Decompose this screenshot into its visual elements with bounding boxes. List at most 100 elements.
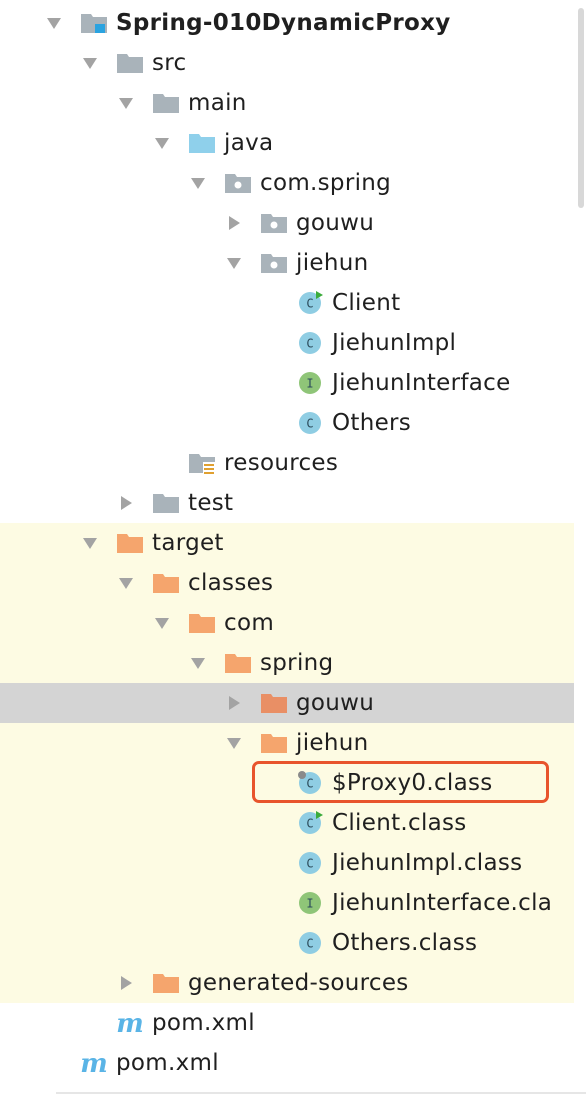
expand-arrow-down-icon[interactable] xyxy=(118,95,134,111)
tree-row[interactable]: m pom.xml xyxy=(0,1003,574,1043)
tree-row-label: com.spring xyxy=(260,170,392,196)
tree-row[interactable]: m pom.xml xyxy=(0,1043,574,1083)
expand-arrow-down-icon[interactable] xyxy=(82,535,98,551)
tree-row-label: jiehun xyxy=(296,730,369,756)
project-tree[interactable]: Spring-010DynamicProxy src main java com.spr… xyxy=(0,3,574,1083)
folder-orange-icon xyxy=(116,531,144,555)
vertical-scrollbar[interactable] xyxy=(576,8,586,208)
tree-row-label: test xyxy=(188,490,234,516)
tree-row[interactable]: C Others.class xyxy=(0,923,574,963)
expand-arrow-right-icon[interactable] xyxy=(118,495,134,511)
tree-row-label: JiehunImpl.class xyxy=(332,850,523,876)
tree-row-label: $Proxy0.class xyxy=(332,770,493,796)
tree-row[interactable]: resources xyxy=(0,443,574,483)
tree-row-label: gouwu xyxy=(296,690,375,716)
svg-text:I: I xyxy=(306,377,313,391)
tree-row-label: Client.class xyxy=(332,810,467,836)
svg-text:C: C xyxy=(306,777,313,791)
tree-row-label: com xyxy=(224,610,275,636)
tree-row-label: Others.class xyxy=(332,930,478,956)
package-icon xyxy=(224,171,252,195)
svg-text:C: C xyxy=(306,297,313,311)
folder-orange-icon xyxy=(188,611,216,635)
tree-row[interactable]: C Others xyxy=(0,403,574,443)
tree-row[interactable]: target xyxy=(0,523,574,563)
folder-orange-icon xyxy=(152,571,180,595)
tree-row-label: src xyxy=(152,50,187,76)
folder-gray-icon xyxy=(152,491,180,515)
expand-arrow-right-icon[interactable] xyxy=(226,695,242,711)
tree-row[interactable]: gouwu xyxy=(0,683,574,723)
expand-arrow-right-icon[interactable] xyxy=(118,975,134,991)
svg-text:I: I xyxy=(306,897,313,911)
expand-arrow-down-icon[interactable] xyxy=(154,615,170,631)
svg-text:C: C xyxy=(306,337,313,351)
tree-row-label: pom.xml xyxy=(116,1050,219,1076)
expand-arrow-down-icon[interactable] xyxy=(46,15,62,31)
tree-row[interactable]: test xyxy=(0,483,574,523)
tree-row[interactable]: C JiehunImpl xyxy=(0,323,574,363)
module-folder-icon xyxy=(80,11,108,35)
interface-icon: I xyxy=(296,371,324,395)
folder-orange-icon xyxy=(152,971,180,995)
tree-row-label: java xyxy=(224,130,274,156)
interface-icon: I xyxy=(296,891,324,915)
expand-arrow-down-icon[interactable] xyxy=(190,175,206,191)
tree-row-label: JiehunImpl xyxy=(332,330,457,356)
tree-row-label: gouwu xyxy=(296,210,375,236)
tree-row[interactable]: jiehun xyxy=(0,723,574,763)
expand-arrow-down-icon[interactable] xyxy=(226,255,242,271)
svg-text:m: m xyxy=(80,1051,108,1075)
tree-row[interactable]: C Client.class xyxy=(0,803,574,843)
tree-row[interactable]: src xyxy=(0,43,574,83)
tree-row[interactable]: main xyxy=(0,83,574,123)
tree-row[interactable]: C $Proxy0.class xyxy=(0,763,574,803)
expand-arrow-down-icon[interactable] xyxy=(190,655,206,671)
expand-arrow-right-icon[interactable] xyxy=(226,215,242,231)
tree-row-label: classes xyxy=(188,570,274,596)
svg-text:m: m xyxy=(116,1011,144,1035)
tree-row[interactable]: jiehun xyxy=(0,243,574,283)
class-file-icon: C xyxy=(296,771,324,795)
svg-text:C: C xyxy=(306,857,313,871)
class-runnable-icon: C xyxy=(296,811,324,835)
tree-row[interactable]: C JiehunImpl.class xyxy=(0,843,574,883)
tree-row-label: resources xyxy=(224,450,339,476)
class-runnable-icon: C xyxy=(296,291,324,315)
tree-row[interactable]: java xyxy=(0,123,574,163)
tree-row[interactable]: I JiehunInterface.cla xyxy=(0,883,574,923)
tree-row[interactable]: C Client xyxy=(0,283,574,323)
expand-arrow-down-icon[interactable] xyxy=(154,135,170,151)
tree-row[interactable]: com.spring xyxy=(0,163,574,203)
class-icon: C xyxy=(296,931,324,955)
tree-row[interactable]: I JiehunInterface xyxy=(0,363,574,403)
tree-row[interactable]: com xyxy=(0,603,574,643)
resources-folder-icon xyxy=(188,451,216,475)
tree-row[interactable]: generated-sources xyxy=(0,963,574,1003)
folder-orange-icon xyxy=(260,731,288,755)
tree-row-label: Spring-010DynamicProxy xyxy=(116,10,451,36)
tree-row-label: Others xyxy=(332,410,412,436)
expand-arrow-down-icon[interactable] xyxy=(82,55,98,71)
tree-row[interactable]: spring xyxy=(0,643,574,683)
scrollbar-thumb[interactable] xyxy=(578,8,584,208)
tree-row-label: pom.xml xyxy=(152,1010,255,1036)
tree-row-label: spring xyxy=(260,650,334,676)
svg-text:C: C xyxy=(306,417,313,431)
maven-icon: m xyxy=(80,1049,108,1079)
expand-arrow-down-icon[interactable] xyxy=(226,735,242,751)
folder-orange-icon xyxy=(224,651,252,675)
expand-arrow-down-icon[interactable] xyxy=(118,575,134,591)
folder-gray-icon xyxy=(116,51,144,75)
class-icon: C xyxy=(296,331,324,355)
folder-orange-icon xyxy=(260,691,288,715)
tree-row-label: JiehunInterface.cla xyxy=(332,890,553,916)
tree-row-label: target xyxy=(152,530,224,556)
folder-source-icon xyxy=(188,131,216,155)
tree-row-label: JiehunInterface xyxy=(332,370,511,396)
tree-row-label: jiehun xyxy=(296,250,369,276)
tree-row-label: main xyxy=(188,90,247,116)
tree-row[interactable]: Spring-010DynamicProxy xyxy=(0,3,574,43)
tree-row[interactable]: gouwu xyxy=(0,203,574,243)
tree-row[interactable]: classes xyxy=(0,563,574,603)
